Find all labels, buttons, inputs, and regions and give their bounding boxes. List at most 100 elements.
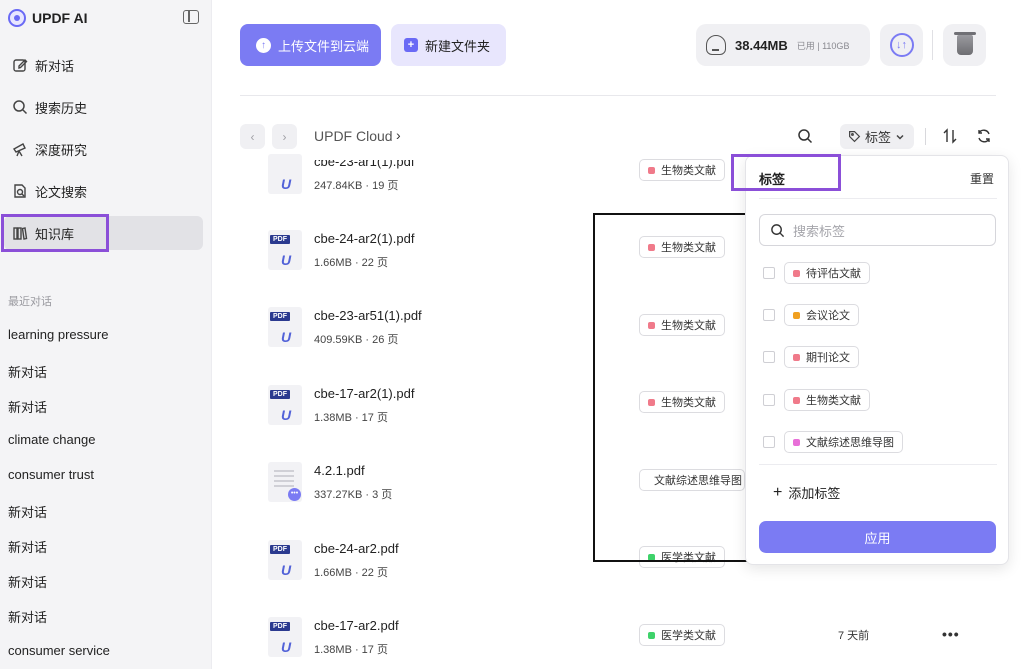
recent-item[interactable]: 新对话 <box>8 572 47 591</box>
trash-icon <box>953 32 976 55</box>
add-tag-label: 添加标签 <box>788 486 841 501</box>
document-file-icon: ••• <box>268 462 302 502</box>
tag-option[interactable]: 期刊论文 <box>763 346 859 368</box>
tag-chip: 生物类文献 <box>784 389 870 411</box>
divider <box>240 95 996 96</box>
trash-button[interactable] <box>943 24 986 66</box>
tag-color-dot <box>793 353 800 361</box>
pdf-file-icon: U <box>268 154 302 194</box>
tag-color-dot <box>648 398 655 406</box>
recent-item[interactable]: 新对话 <box>8 502 47 521</box>
sidebar-collapse-icon[interactable] <box>183 10 199 24</box>
file-tag-label: 生物类文献 <box>661 320 716 332</box>
pdf-file-icon: PDF U <box>268 230 302 270</box>
tag-color-dot <box>793 311 800 319</box>
upload-to-cloud-button[interactable]: ↑ 上传文件到云端 <box>240 24 381 66</box>
file-tag-label: 医学类文献 <box>661 630 716 642</box>
tag-option-label: 文献综述思维导图 <box>806 437 894 449</box>
storage-indicator[interactable]: 38.44MB 已用 | 110GB <box>696 24 870 66</box>
modified-time: 7 天前 <box>838 630 870 642</box>
updf-logo-icon <box>8 9 26 27</box>
tag-color-dot <box>793 396 800 404</box>
recent-item[interactable]: 新对话 <box>8 397 47 416</box>
checkbox[interactable] <box>763 436 775 448</box>
storage-used: 38.44MB <box>735 37 788 53</box>
tag-color-dot <box>648 321 655 329</box>
recent-title: 最近对话 <box>8 296 52 308</box>
pdf-file-icon: PDF U <box>268 617 302 657</box>
file-tag-label: 文献综述思维导图 <box>654 475 742 487</box>
file-name: cbe-24-ar2(1).pdf <box>314 231 415 246</box>
new-folder-button[interactable]: + 新建文件夹 <box>391 24 506 66</box>
file-name: 4.2.1.pdf <box>314 463 365 478</box>
file-tag[interactable]: 生物类文献 <box>639 391 725 413</box>
file-tag-label: 生物类文献 <box>661 242 716 254</box>
file-tag[interactable]: 生物类文献 <box>639 314 725 336</box>
app-name: UPDF AI <box>32 10 88 26</box>
file-meta: 337.27KB · 3 页 <box>314 489 393 501</box>
tag-search-input[interactable]: 搜索标签 <box>759 214 996 246</box>
recent-item[interactable]: learning pressure <box>8 327 108 342</box>
tag-chip: 待评估文献 <box>784 262 870 284</box>
recent-item[interactable]: consumer service <box>8 643 110 658</box>
checkbox[interactable] <box>763 267 775 279</box>
file-tag-label: 生物类文献 <box>661 165 716 177</box>
nav-label: 新对话 <box>35 58 75 74</box>
search-icon[interactable] <box>797 128 813 144</box>
tag-color-dot <box>648 553 655 561</box>
file-meta: 409.59KB · 26 页 <box>314 334 399 346</box>
panel-title: 标签 <box>759 172 786 187</box>
search-icon <box>12 99 28 115</box>
nav-new-chat[interactable]: 新对话 <box>4 48 203 82</box>
nav-label: 知识库 <box>35 226 75 242</box>
library-icon <box>12 225 28 241</box>
pdf-file-icon: PDF U <box>268 307 302 347</box>
file-meta: 1.38MB · 17 页 <box>314 644 388 656</box>
sort-icon[interactable] <box>942 128 958 144</box>
tag-filter-panel: 标签 重置 搜索标签 待评估文献 会议论文 期刊论文 生物类文献 文献综述思维导… <box>745 155 1009 565</box>
search-icon <box>771 223 785 237</box>
nav-deep-research[interactable]: 深度研究 <box>4 132 203 166</box>
apply-button[interactable]: 应用 <box>759 521 996 553</box>
file-tag[interactable]: 医学类文献 <box>639 546 725 568</box>
pdf-file-icon: PDF U <box>268 385 302 425</box>
recent-item[interactable]: climate change <box>8 432 95 447</box>
recent-item[interactable]: 新对话 <box>8 537 47 556</box>
pdf-file-icon: PDF U <box>268 540 302 580</box>
nav-search-history[interactable]: 搜索历史 <box>4 90 203 124</box>
tag-option[interactable]: 待评估文献 <box>763 262 870 284</box>
tag-option[interactable]: 生物类文献 <box>763 389 870 411</box>
nav-paper-search[interactable]: 论文搜索 <box>4 174 203 208</box>
tag-color-dot <box>793 438 800 446</box>
add-tag-button[interactable]: + 添加标签 <box>773 483 840 502</box>
breadcrumb[interactable]: UPDF Cloud <box>314 128 393 144</box>
recent-item[interactable]: consumer trust <box>8 467 94 482</box>
file-meta: 1.66MB · 22 页 <box>314 567 388 579</box>
divider <box>759 198 997 199</box>
recent-item[interactable]: 新对话 <box>8 362 47 381</box>
tag-option[interactable]: 会议论文 <box>763 304 859 326</box>
file-tag[interactable]: 文献综述思维导图 <box>639 469 745 491</box>
file-tag[interactable]: 医学类文献 <box>639 624 725 646</box>
tag-option-label: 待评估文献 <box>806 268 861 280</box>
nav-knowledge-base[interactable]: 知识库 <box>4 216 203 250</box>
checkbox[interactable] <box>763 309 775 321</box>
chevron-down-icon <box>896 134 904 140</box>
file-name: cbe-23-ar1(1).pdf <box>314 154 415 169</box>
checkbox[interactable] <box>763 351 775 363</box>
recent-item[interactable]: 新对话 <box>8 607 47 626</box>
forward-button[interactable]: › <box>272 124 297 149</box>
sync-button[interactable]: ↓↑ <box>880 24 923 66</box>
tag-filter-button[interactable]: 标签 <box>840 124 914 149</box>
file-tag[interactable]: 生物类文献 <box>639 236 725 258</box>
refresh-icon[interactable] <box>976 128 992 144</box>
checkbox[interactable] <box>763 394 775 406</box>
edit-icon <box>12 57 28 73</box>
reset-button[interactable]: 重置 <box>970 170 994 187</box>
file-meta: 1.66MB · 22 页 <box>314 257 388 269</box>
back-button[interactable]: ‹ <box>240 124 265 149</box>
more-options-icon[interactable]: ••• <box>942 626 960 642</box>
brand: UPDF AI <box>8 8 87 28</box>
file-tag[interactable]: 生物类文献 <box>639 159 725 181</box>
tag-option[interactable]: 文献综述思维导图 <box>763 431 903 453</box>
